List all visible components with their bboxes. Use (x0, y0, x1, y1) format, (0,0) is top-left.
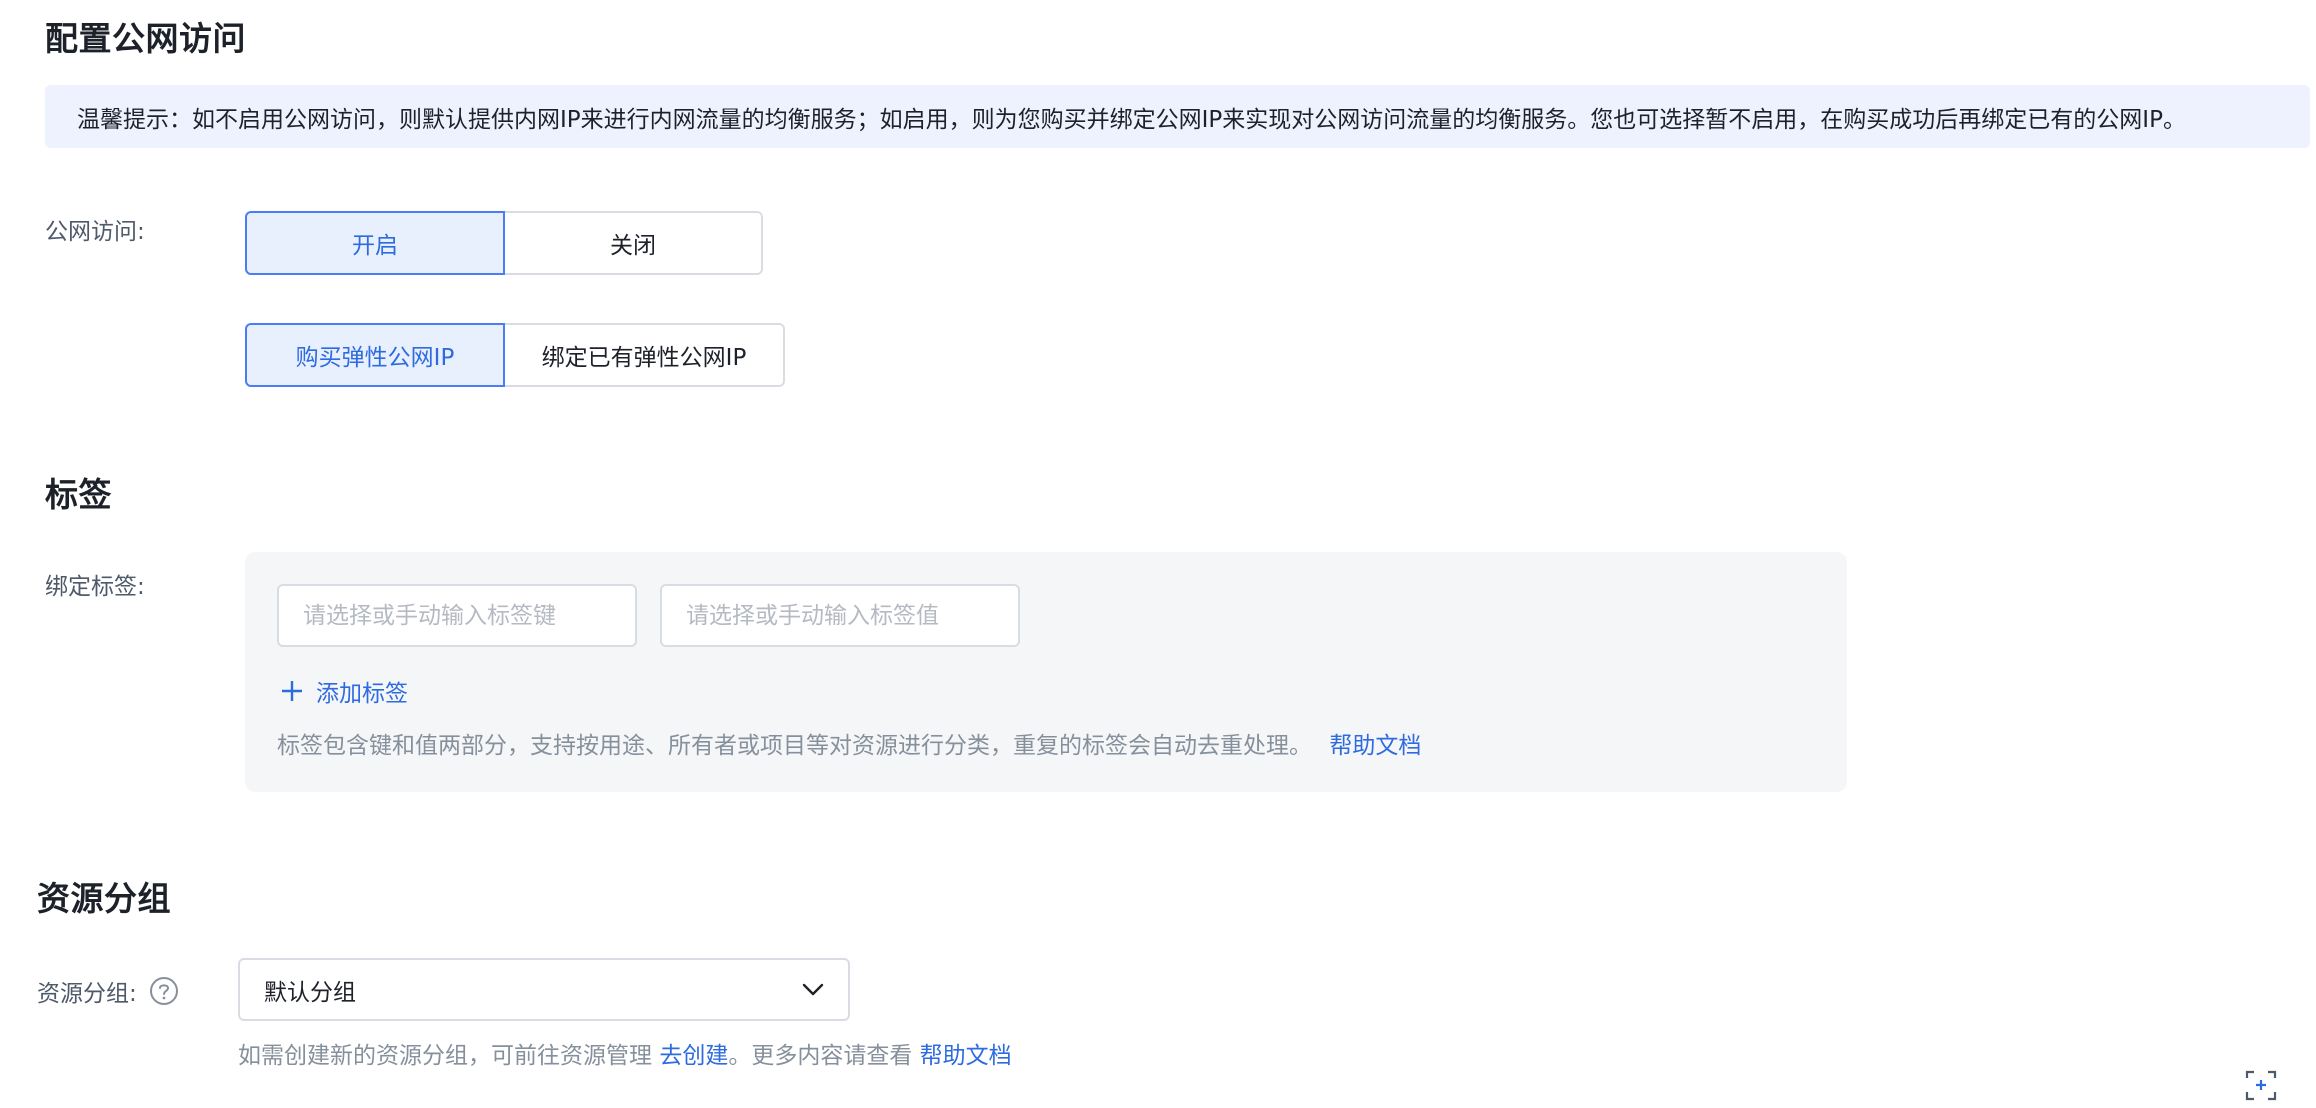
eip-mode-selector: 购买弹性公网IP 绑定已有弹性公网IP (245, 323, 785, 387)
tags-hint: 标签包含键和值两部分，支持按用途、所有者或项目等对资源进行分类，重复的标签会自动… (277, 726, 1421, 760)
public-access-on-button[interactable]: 开启 (245, 211, 505, 275)
tags-title: 标签 (45, 475, 112, 514)
create-resource-group-link[interactable]: 去创建 (659, 1043, 728, 1069)
public-access-label: 公网访问: (45, 219, 145, 245)
public-access-title: 配置公网访问 (45, 19, 246, 58)
chevron-down-icon (802, 983, 824, 995)
bind-tags-label: 绑定标签: (45, 574, 145, 600)
resource-group-selected: 默认分组 (264, 979, 356, 1006)
tags-hint-text: 标签包含键和值两部分，支持按用途、所有者或项目等对资源进行分类，重复的标签会自动… (277, 733, 1312, 759)
public-access-tip: 温馨提示：如不启用公网访问，则默认提供内网IP来进行内网流量的均衡服务；如启用，… (45, 85, 2310, 148)
resource-group-label-row: 资源分组: (37, 974, 179, 1008)
resource-group-help-link[interactable]: 帮助文档 (920, 1043, 1012, 1069)
tag-value-input[interactable] (660, 584, 1020, 647)
resource-group-hint: 如需创建新的资源分组，可前往资源管理 去创建。更多内容请查看 帮助文档 (238, 1036, 1012, 1070)
bind-existing-eip-button[interactable]: 绑定已有弹性公网IP (503, 323, 785, 387)
buy-eip-button[interactable]: 购买弹性公网IP (245, 323, 505, 387)
public-access-off-button[interactable]: 关闭 (503, 211, 763, 275)
tip-text: 温馨提示：如不启用公网访问，则默认提供内网IP来进行内网流量的均衡服务；如启用，… (77, 106, 2186, 133)
question-circle-icon[interactable] (149, 976, 179, 1006)
tag-key-input[interactable] (277, 584, 637, 647)
plus-icon (282, 681, 302, 701)
resource-group-hint-middle: 。更多内容请查看 (728, 1043, 920, 1069)
add-tag-label: 添加标签 (316, 681, 408, 707)
resource-group-select[interactable]: 默认分组 (238, 958, 850, 1021)
resource-group-title: 资源分组 (37, 879, 171, 918)
public-access-toggle: 开启 关闭 (245, 211, 763, 275)
add-tag-button[interactable]: 添加标签 (280, 674, 408, 708)
tags-help-link[interactable]: 帮助文档 (1329, 733, 1421, 759)
screenshot-scan-icon[interactable] (2244, 1068, 2278, 1102)
resource-group-label: 资源分组: (37, 981, 137, 1007)
resource-group-hint-prefix: 如需创建新的资源分组，可前往资源管理 (238, 1043, 660, 1069)
